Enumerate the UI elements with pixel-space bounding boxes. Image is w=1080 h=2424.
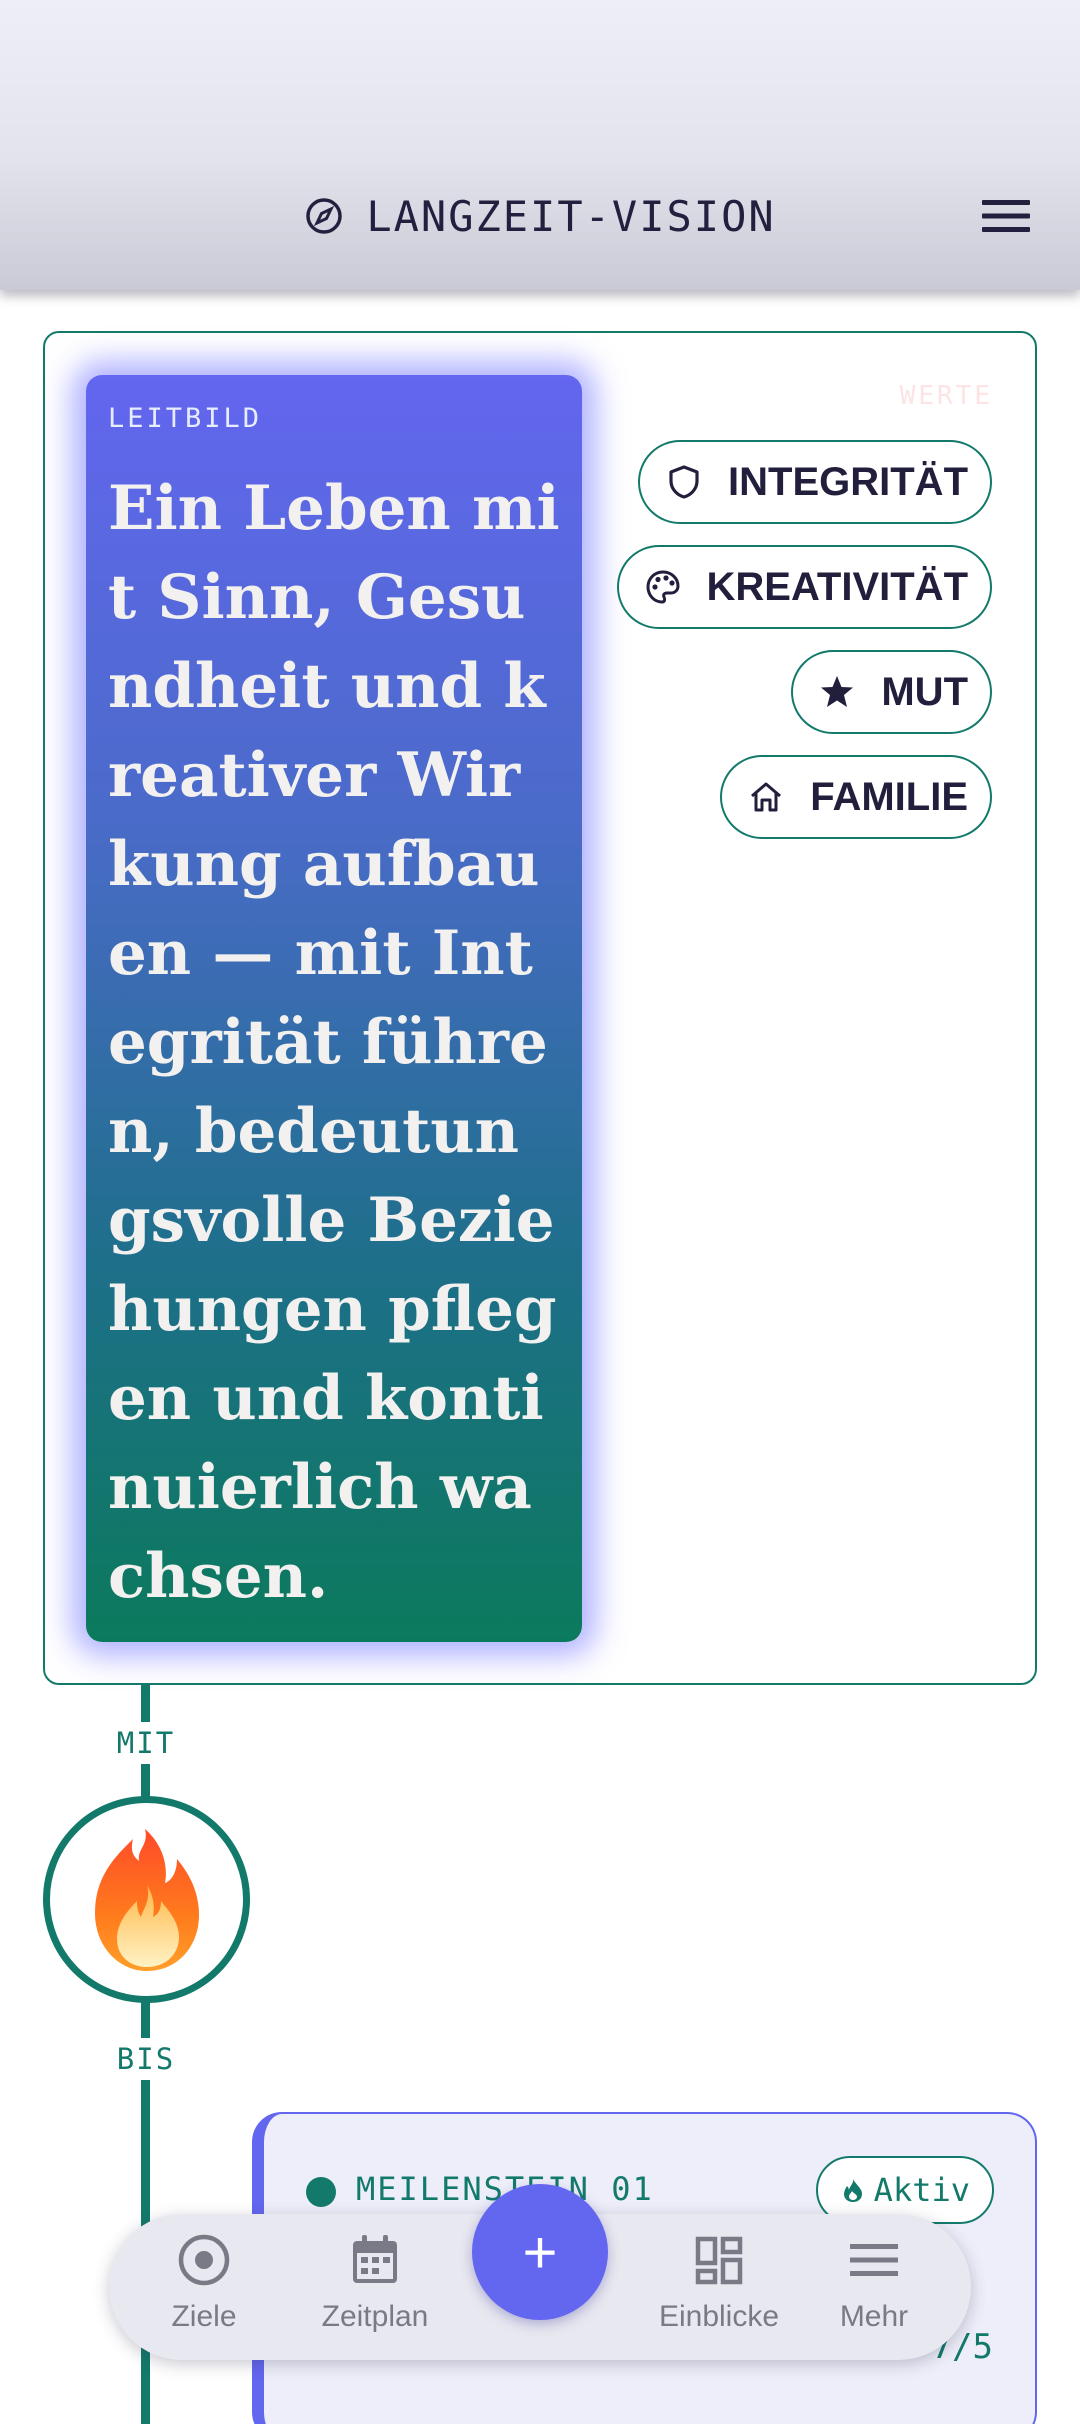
nav-label: Ziele bbox=[171, 2300, 237, 2333]
nav-item-einblicke[interactable]: Einblicke bbox=[644, 2232, 794, 2352]
leitbild-text: Ein Leben mit Sinn, Gesundheit und kreat… bbox=[108, 473, 560, 1612]
timeline-mit-label: MIT bbox=[105, 1722, 187, 1764]
leitbild-label: LEITBILD bbox=[108, 403, 263, 434]
menu-icon[interactable] bbox=[980, 196, 1032, 236]
value-label: KREATIVITÄT bbox=[706, 564, 968, 609]
milestone-status-dot bbox=[306, 2177, 336, 2207]
star-icon bbox=[821, 676, 854, 707]
dashboard-icon bbox=[695, 2236, 743, 2285]
nav-label: Einblicke bbox=[658, 2300, 780, 2333]
status-badge-text: Aktiv bbox=[873, 2171, 970, 2209]
add-button-label: + bbox=[522, 2218, 558, 2286]
flame-small-icon bbox=[843, 2179, 862, 2202]
value-label: FAMILIE bbox=[810, 774, 968, 819]
menu-icon bbox=[850, 2244, 898, 2276]
value-chip-integritaet[interactable]: INTEGRITÄT bbox=[638, 440, 992, 524]
nav-item-zeitplan[interactable]: Zeitplan bbox=[300, 2232, 450, 2352]
home-icon bbox=[751, 782, 782, 812]
shield-icon bbox=[669, 465, 699, 499]
add-button[interactable]: + bbox=[472, 2184, 608, 2320]
value-chip-familie[interactable]: FAMILIE bbox=[720, 755, 992, 839]
value-chip-mut[interactable]: MUT bbox=[791, 650, 992, 734]
timeline-milestone-node[interactable] bbox=[43, 1796, 250, 2003]
leitbild-card[interactable]: LEITBILD Ein Leben mit Sinn, Gesundheit … bbox=[86, 375, 582, 1642]
page-title: LANGZEIT-VISION bbox=[0, 186, 1080, 246]
target-icon bbox=[178, 2234, 230, 2286]
value-label: INTEGRITÄT bbox=[728, 459, 968, 504]
timeline-bis-label: BIS bbox=[105, 2038, 187, 2080]
nav-label: Mehr bbox=[839, 2300, 909, 2333]
palette-icon bbox=[646, 570, 680, 604]
calendar-icon bbox=[353, 2235, 397, 2283]
value-chip-kreativitaet[interactable]: KREATIVITÄT bbox=[616, 545, 992, 629]
page-title-text: LANGZEIT-VISION bbox=[366, 191, 776, 241]
value-label: MUT bbox=[881, 669, 968, 714]
nav-item-mehr[interactable]: Mehr bbox=[799, 2232, 949, 2352]
app-header: LANGZEIT-VISION bbox=[0, 0, 1080, 290]
nav-item-ziele[interactable]: Ziele bbox=[129, 2232, 279, 2352]
werte-label: WERTE bbox=[899, 381, 993, 411]
compass-icon bbox=[306, 198, 343, 234]
nav-label: Zeitplan bbox=[321, 2300, 429, 2333]
fire-icon bbox=[94, 1828, 199, 1971]
